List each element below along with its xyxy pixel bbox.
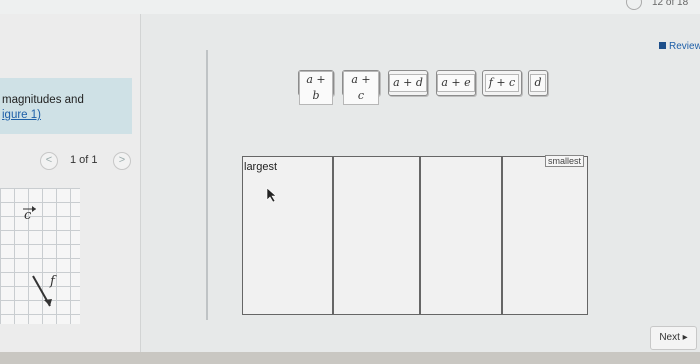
prompt-text: magnitudes and [2,94,84,106]
pager-next-button[interactable]: > [113,152,131,170]
vector-c-arrow-icon [23,206,36,212]
ranking-area [242,156,588,315]
divider [206,50,208,320]
bin-3[interactable] [421,157,501,314]
bin-1[interactable] [243,157,333,314]
tile-label: a + c [343,71,379,105]
bottom-bar [0,352,700,364]
tile-a-plus-b[interactable]: a + b [298,70,334,105]
next-button[interactable]: Next ▸ [650,326,697,350]
review-label: Review [669,41,700,52]
figure-link[interactable]: igure 1) [2,109,41,121]
smallest-label: smallest [545,155,585,167]
tile-label: a + e [437,74,475,92]
next-label: Next [659,332,680,343]
vector-f-label: f [50,274,55,289]
pager-prev-button[interactable]: < [40,152,58,170]
review-link[interactable]: Review [659,41,700,52]
mouse-cursor-icon [266,187,277,203]
tile-d[interactable]: d [528,70,548,96]
tile-label: d [530,74,546,92]
largest-label: largest [244,161,278,173]
pager-text: 1 of 1 [70,154,98,166]
tile-a-plus-c[interactable]: a + c [342,70,380,105]
prompt-box [0,78,132,134]
tile-f-plus-c[interactable]: f + c [482,70,522,96]
tile-a-plus-e[interactable]: a + e [436,70,476,96]
tile-label: a + d [389,74,427,92]
page-counter: 12 of 18 [652,0,689,8]
bin-2[interactable] [334,157,419,314]
top-bar [0,0,700,15]
tile-label: a + b [299,71,333,105]
review-icon [659,42,666,49]
tile-a-plus-d[interactable]: a + d [388,70,428,96]
bin-4[interactable] [503,157,587,314]
tile-label: f + c [484,74,520,92]
